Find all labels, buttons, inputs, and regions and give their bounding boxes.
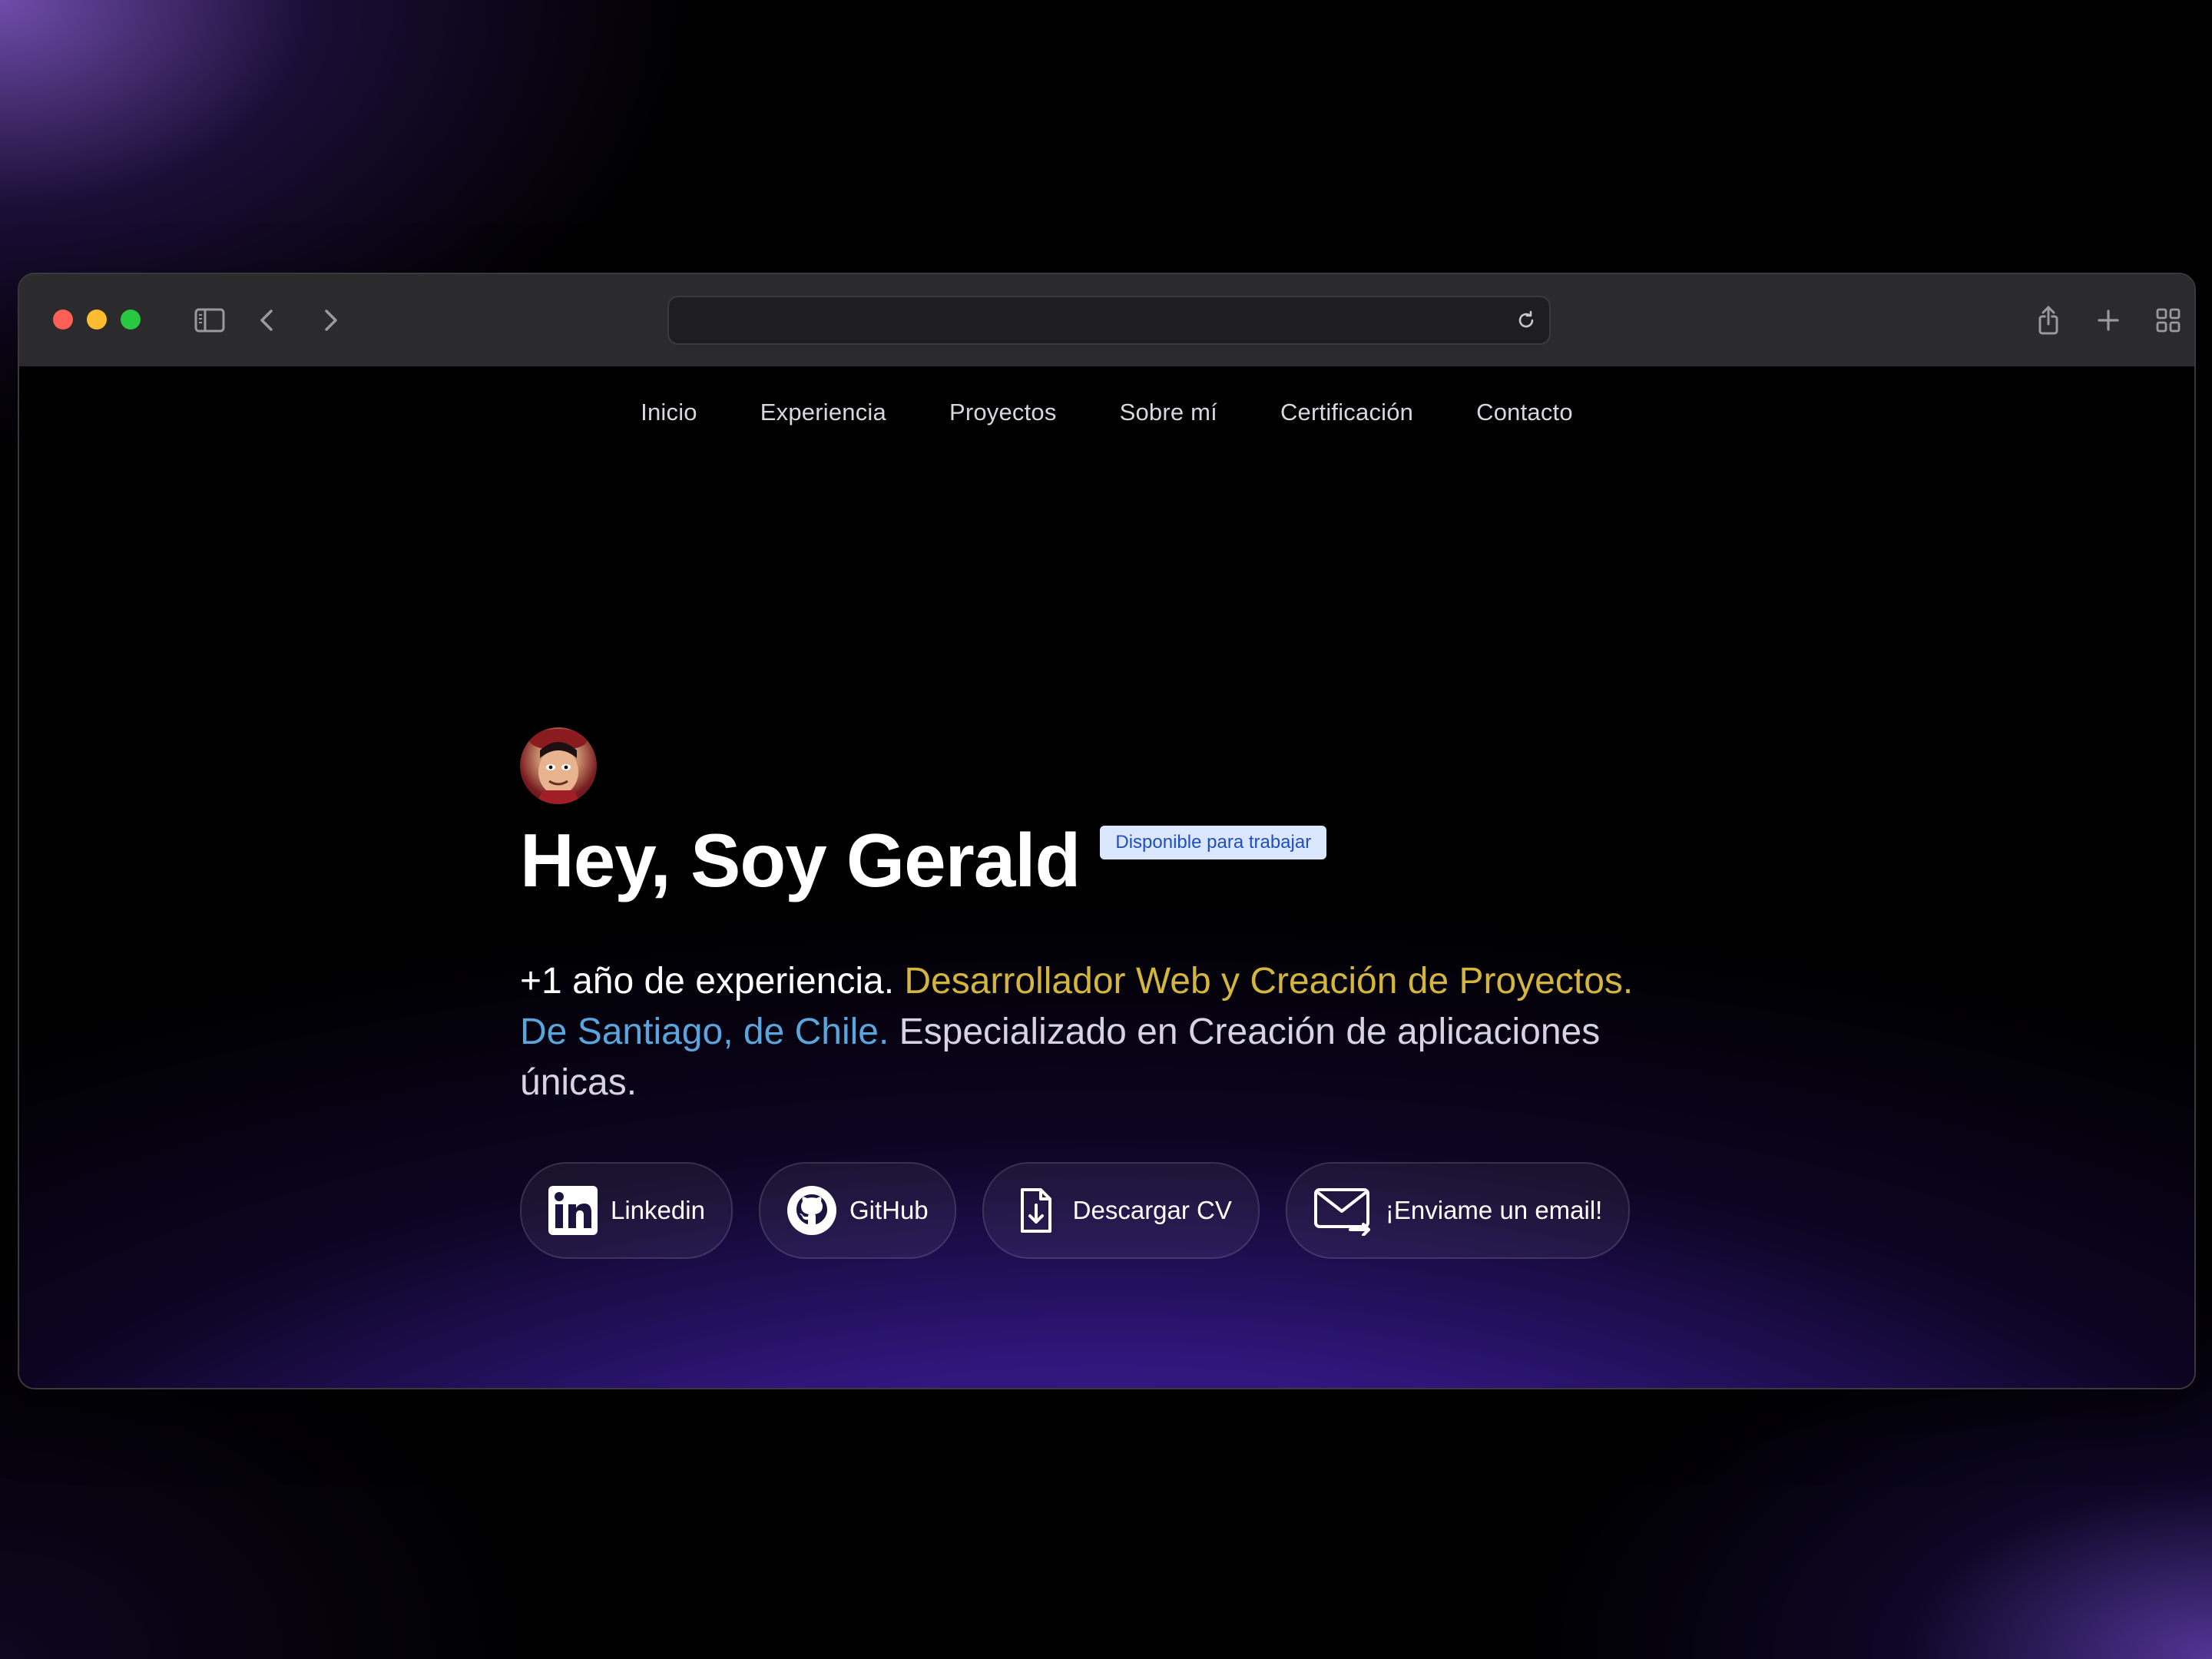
nav-inicio[interactable]: Inicio — [641, 399, 697, 426]
main-nav: Inicio Experiencia Proyectos Sobre mí Ce… — [19, 382, 2194, 443]
zoom-window-button[interactable] — [121, 310, 141, 329]
browser-toolbar — [19, 274, 2194, 368]
desc-location: De Santiago, de Chile. — [520, 1011, 889, 1052]
linkedin-label: Linkedin — [611, 1195, 705, 1224]
linkedin-icon — [548, 1185, 598, 1236]
sidebar-icon[interactable] — [191, 302, 228, 339]
nav-proyectos[interactable]: Proyectos — [949, 399, 1057, 426]
linkedin-button[interactable]: Linkedin — [520, 1161, 733, 1259]
nav-sobre-mi[interactable]: Sobre mí — [1120, 399, 1217, 426]
forward-icon[interactable] — [311, 302, 348, 339]
github-button[interactable]: GitHub — [758, 1161, 956, 1259]
minimize-window-button[interactable] — [87, 310, 107, 329]
github-icon — [786, 1185, 837, 1236]
page-title: Hey, Soy Gerald — [520, 818, 1081, 902]
availability-badge: Disponible para trabajar — [1100, 826, 1327, 859]
hero-section: Hey, Soy Gerald Disponible para trabajar… — [520, 727, 1672, 1259]
desc-experience: +1 año de experiencia. — [520, 960, 905, 1002]
page-content: Inicio Experiencia Proyectos Sobre mí Ce… — [19, 366, 2194, 1388]
github-label: GitHub — [849, 1195, 929, 1224]
tab-overview-icon[interactable] — [2150, 302, 2187, 339]
new-tab-icon[interactable] — [2090, 302, 2127, 339]
browser-window: Inicio Experiencia Proyectos Sobre mí Ce… — [18, 273, 2196, 1389]
nav-certificacion[interactable]: Certificación — [1280, 399, 1413, 426]
nav-experiencia[interactable]: Experiencia — [760, 399, 886, 426]
address-bar[interactable] — [667, 296, 1551, 345]
desc-role: Desarrollador Web y Creación de Proyecto… — [904, 960, 1634, 1002]
email-button[interactable]: ¡Enviame un email! — [1285, 1161, 1631, 1259]
download-cv-button[interactable]: Descargar CV — [982, 1161, 1260, 1259]
share-icon[interactable] — [2030, 302, 2067, 339]
avatar — [520, 727, 597, 804]
download-cv-label: Descargar CV — [1072, 1195, 1232, 1224]
contact-buttons: Linkedin GitHub Descargar CV ¡Enviame un… — [520, 1161, 1672, 1259]
mail-send-icon — [1313, 1185, 1373, 1236]
email-label: ¡Enviame un email! — [1385, 1195, 1603, 1224]
back-icon[interactable] — [250, 302, 286, 339]
download-file-icon — [1010, 1185, 1061, 1236]
hero-description: +1 año de experiencia. Desarrollador Web… — [520, 956, 1641, 1108]
nav-contacto[interactable]: Contacto — [1476, 399, 1573, 426]
reload-icon[interactable] — [1514, 308, 1538, 333]
close-window-button[interactable] — [53, 310, 73, 329]
